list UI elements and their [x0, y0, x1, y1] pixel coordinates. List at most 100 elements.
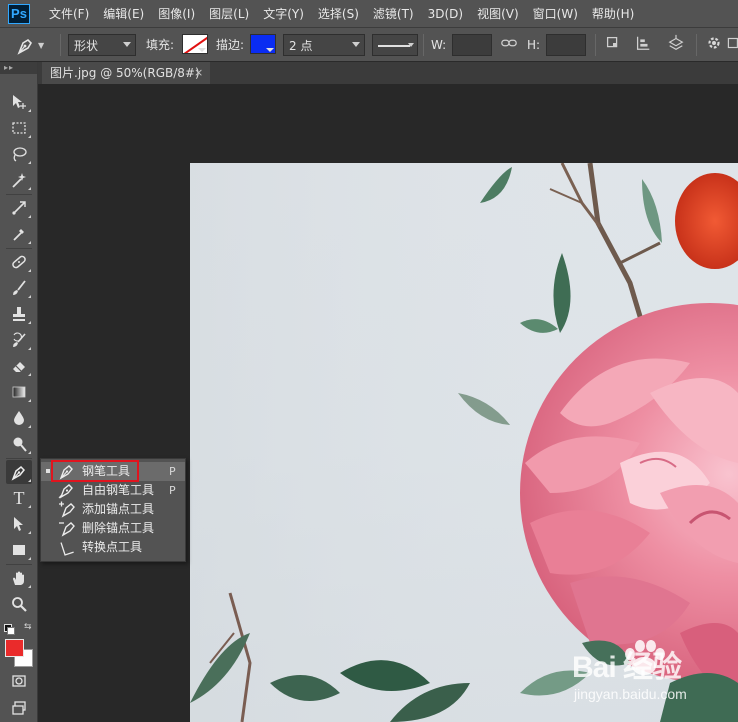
flyout-item-label: 转换点工具 — [82, 540, 143, 554]
chevron-down-icon — [352, 42, 360, 47]
freeform-pen-icon — [58, 484, 73, 499]
bandage-icon — [12, 255, 26, 269]
path-arrangement-icon[interactable] — [665, 34, 687, 56]
height-label: H: — [527, 38, 541, 52]
path-alignment-icon[interactable] — [633, 34, 653, 56]
divider — [6, 458, 32, 459]
tool-mode-select[interactable]: 形状 — [68, 34, 136, 56]
divider — [595, 34, 596, 56]
pen-icon — [11, 465, 26, 481]
stroke-swatch[interactable] — [250, 34, 276, 54]
divider — [60, 34, 61, 56]
crop-tool[interactable] — [6, 196, 32, 220]
tool-mode-value: 形状 — [74, 38, 99, 53]
swap-colors-icon[interactable]: ⇆ — [24, 622, 32, 632]
menu-view[interactable]: 视图(V) — [470, 0, 526, 28]
foreground-color-swatch[interactable] — [5, 639, 24, 657]
divider — [696, 34, 697, 56]
watermark-brand: Bai 经验 — [572, 651, 682, 684]
move-icon — [13, 95, 26, 109]
lasso-icon — [13, 147, 27, 162]
hand-tool[interactable] — [6, 566, 32, 590]
brush-tool[interactable] — [6, 276, 32, 300]
close-icon[interactable]: × — [194, 62, 203, 84]
rectangle-icon — [13, 545, 25, 555]
flyout-item-shortcut: P — [169, 465, 176, 478]
lasso-tool[interactable] — [6, 142, 32, 166]
app-logo: Ps — [8, 3, 30, 24]
gradient-tool[interactable] — [6, 380, 32, 404]
gradient-icon — [12, 386, 26, 398]
menu-help[interactable]: 帮助(H) — [585, 0, 641, 28]
marquee-icon — [12, 122, 26, 134]
dodge-tool[interactable] — [6, 432, 32, 456]
blur-tool[interactable] — [6, 406, 32, 430]
path-operations-icon[interactable] — [603, 34, 623, 56]
watermark: Bai 经验 jingyan.baidu.com — [572, 638, 732, 718]
width-label: W: — [431, 38, 447, 52]
stroke-style-select[interactable] — [372, 34, 418, 56]
marquee-tool[interactable] — [6, 116, 32, 140]
healing-brush-tool[interactable] — [6, 250, 32, 274]
fill-swatch[interactable] — [182, 34, 208, 54]
height-input[interactable] — [546, 34, 586, 56]
menu-filter[interactable]: 滤镜(T) — [366, 0, 421, 28]
magic-wand-tool[interactable] — [6, 168, 32, 192]
menu-file[interactable]: 文件(F) — [42, 0, 96, 28]
highlight-annotation-box — [51, 460, 139, 482]
document-tab[interactable]: 图片.jpg @ 50%(RGB/8#) — [42, 62, 210, 84]
move-tool[interactable] — [6, 90, 32, 114]
menu-layer[interactable]: 图层(L) — [202, 0, 256, 28]
menu-image[interactable]: 图像(I) — [151, 0, 202, 28]
document-tab-bar: 图片.jpg @ 50%(RGB/8#) × — [38, 62, 738, 84]
link-icon[interactable] — [499, 34, 519, 56]
menu-bar: Ps 文件(F) 编辑(E) 图像(I) 图层(L) 文字(Y) 选择(S) 滤… — [0, 0, 738, 28]
chevron-down-icon — [123, 42, 131, 47]
stroke-width-field[interactable]: 2 点 — [283, 34, 365, 56]
quick-mask-button[interactable] — [6, 669, 32, 693]
document-tab-title: 图片.jpg @ 50%(RGB/8#) — [50, 66, 200, 80]
menu-type[interactable]: 文字(Y) — [256, 0, 311, 28]
rectangle-tool[interactable] — [6, 538, 32, 562]
width-input[interactable] — [452, 34, 492, 56]
divider — [423, 34, 424, 56]
clone-stamp-tool[interactable] — [6, 302, 32, 326]
flyout-item-convert-point[interactable]: 转换点工具 — [41, 538, 185, 557]
divider — [6, 194, 32, 195]
drop-icon — [14, 411, 24, 425]
chevron-down-icon — [408, 43, 414, 47]
path-select-icon — [14, 517, 23, 531]
pen-icon — [17, 38, 33, 55]
crop-icon — [12, 201, 26, 215]
gear-icon[interactable] — [704, 34, 724, 56]
divider — [6, 564, 32, 565]
history-brush-tool[interactable] — [6, 328, 32, 352]
menu-3d[interactable]: 3D(D) — [421, 0, 470, 28]
flyout-item-freeform-pen[interactable]: 自由钢笔工具 P — [41, 481, 185, 500]
menu-select[interactable]: 选择(S) — [311, 0, 366, 28]
flyout-item-add-anchor[interactable]: 添加锚点工具 — [41, 500, 185, 519]
menu-window[interactable]: 窗口(W) — [526, 0, 585, 28]
canvas-workspace[interactable]: Bai 经验 jingyan.baidu.com — [38, 84, 738, 722]
stroke-label: 描边: — [216, 38, 245, 52]
screen-mode-button[interactable] — [6, 696, 32, 720]
menu-edit[interactable]: 编辑(E) — [96, 0, 151, 28]
eraser-tool[interactable] — [6, 354, 32, 378]
delete-anchor-icon — [59, 522, 75, 537]
pen-tool-flyout: 钢笔工具 P 自由钢笔工具 P 添加锚点工具 删除锚点工具 转换点工具 — [40, 458, 186, 562]
chevron-down-icon — [266, 48, 274, 52]
zoom-tool[interactable] — [6, 592, 32, 616]
eyedropper-tool[interactable] — [6, 222, 32, 246]
flyout-item-delete-anchor[interactable]: 删除锚点工具 — [41, 519, 185, 538]
line-sample — [378, 45, 410, 47]
checkbox-icon[interactable] — [726, 34, 738, 56]
default-colors-icon[interactable] — [4, 624, 15, 635]
panel-collapse-icon[interactable]: ▸▸ — [0, 62, 37, 74]
tool-preset-picker[interactable]: ▼ — [14, 34, 54, 56]
fill-label: 填充: — [146, 38, 175, 52]
type-icon: T — [13, 487, 25, 508]
pen-tool[interactable] — [6, 460, 32, 484]
history-brush-icon — [13, 332, 26, 347]
type-tool[interactable]: T — [6, 486, 32, 510]
path-selection-tool[interactable] — [6, 512, 32, 536]
